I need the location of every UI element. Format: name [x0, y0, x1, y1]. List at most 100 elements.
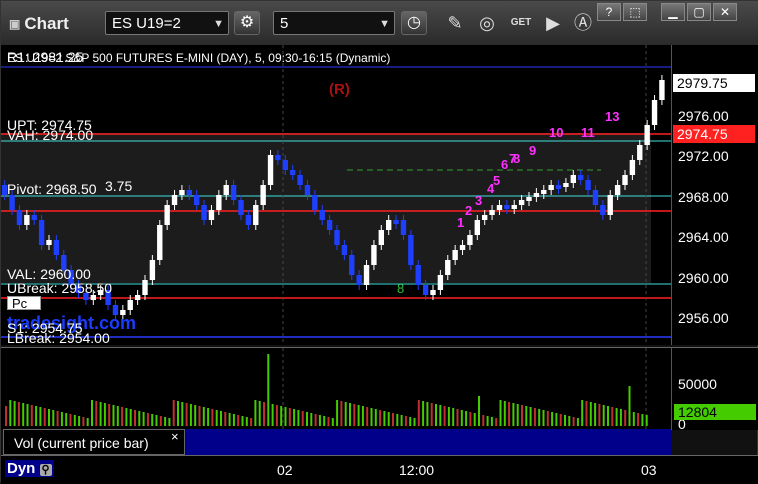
- volume-bar: [512, 403, 515, 426]
- volume-bar: [619, 409, 622, 426]
- volume-bar: [353, 404, 356, 426]
- volume-bar: [202, 407, 205, 426]
- candle: [651, 100, 658, 125]
- candle: [312, 195, 318, 210]
- lbreak-label: LBreak: 2954.00: [7, 330, 110, 346]
- candle: [659, 80, 665, 100]
- indicator-icon: ◎: [479, 13, 495, 33]
- volume-bar: [361, 406, 364, 426]
- help-button[interactable]: ?: [597, 3, 621, 21]
- volume-bar: [215, 410, 218, 426]
- volume-bar: [318, 415, 321, 426]
- volume-bar: [220, 411, 222, 426]
- upt-price-tag: 2974.75: [673, 125, 755, 143]
- play-icon: ▶: [546, 13, 560, 33]
- volume-bar: [344, 402, 347, 426]
- time-button[interactable]: ◷: [401, 11, 427, 35]
- volume-bar: [56, 411, 59, 426]
- candle: [533, 193, 540, 197]
- volume-axis[interactable]: 50000 0 12804: [671, 347, 758, 432]
- maximize-button[interactable]: ▢: [687, 3, 711, 21]
- indicators-button[interactable]: ◎: [473, 11, 501, 35]
- volume-bar: [533, 408, 536, 426]
- price-chart[interactable]: 1 2 3 4 5 6 7 8 9 10 11 13 8 ES U19=2 S&P 500 FUTURE…: [1, 45, 671, 346]
- volume-bar: [73, 415, 76, 426]
- candle: [607, 195, 613, 215]
- volume-bar: [585, 401, 588, 426]
- volume-bar: [478, 396, 480, 426]
- get-button[interactable]: GET: [507, 11, 535, 35]
- volume-bar: [366, 407, 369, 426]
- volume-canvas: [5, 348, 648, 430]
- interval-select[interactable]: 5 ▼: [273, 11, 395, 35]
- volume-bar: [52, 410, 55, 426]
- candle: [149, 260, 156, 280]
- candle: [201, 205, 207, 220]
- volume-bar: [460, 410, 463, 426]
- draw-button[interactable]: ✎: [441, 11, 469, 35]
- volume-panel[interactable]: [1, 347, 671, 430]
- volume-bar: [181, 402, 184, 426]
- volume-bar: [232, 414, 235, 426]
- minimize-button[interactable]: ▁: [661, 3, 685, 21]
- candle: [194, 195, 200, 205]
- settings-button[interactable]: ⚙: [234, 11, 260, 35]
- dynamic-mode-button[interactable]: Dyn ⚲: [5, 460, 54, 477]
- volume-bar: [9, 400, 12, 426]
- candle: [504, 205, 510, 209]
- volume-bar: [387, 412, 390, 426]
- symbol-select[interactable]: ES U19=2 ▼: [105, 11, 229, 35]
- chart-icon: ▣: [9, 17, 21, 31]
- candle: [614, 185, 621, 195]
- candle: [53, 240, 60, 255]
- candle: [134, 295, 141, 300]
- volume-bar: [250, 418, 253, 426]
- candle: [245, 215, 252, 225]
- candle: [356, 275, 362, 285]
- candle: [415, 265, 421, 285]
- time-axis[interactable]: Dyn ⚲ 02 12:00 03: [1, 455, 758, 484]
- volume-bar: [146, 413, 149, 426]
- volume-bar: [155, 415, 158, 426]
- value-area-shade: [1, 133, 651, 283]
- restore-layout-button[interactable]: ⬚: [623, 3, 647, 21]
- volume-bar: [349, 403, 351, 426]
- candle: [445, 260, 451, 275]
- app-title: ▣ Chart: [9, 14, 69, 33]
- alert-icon: Ⓐ: [574, 13, 592, 33]
- candle: [459, 245, 466, 250]
- volume-bar: [645, 415, 648, 426]
- volume-bar: [443, 406, 446, 426]
- candle: [496, 205, 503, 210]
- candle: [363, 265, 370, 285]
- volume-legend[interactable]: Vol (current price bar): [3, 429, 185, 455]
- candle: [622, 175, 628, 185]
- candle: [238, 200, 244, 215]
- time-tick: 12:00: [399, 462, 435, 478]
- candle: [422, 285, 429, 295]
- volume-bar: [22, 403, 25, 426]
- volume-bar: [108, 404, 111, 426]
- volume-bar: [263, 402, 265, 426]
- candle: [489, 210, 495, 215]
- volume-bar: [456, 409, 459, 426]
- volume-bar: [525, 406, 528, 426]
- volume-bar: [112, 405, 115, 426]
- alert-button[interactable]: Ⓐ: [569, 11, 597, 35]
- volume-bar: [422, 401, 425, 426]
- volume-bar: [602, 405, 605, 426]
- volume-bar: [555, 413, 558, 426]
- volume-bar: [258, 401, 261, 426]
- count-label: 13: [605, 109, 619, 124]
- chevron-down-icon: ▼: [213, 18, 224, 30]
- play-button[interactable]: ▶: [539, 11, 567, 35]
- volume-bar: [508, 402, 511, 426]
- volume-bar: [323, 416, 326, 426]
- close-button[interactable]: ✕: [713, 3, 737, 21]
- volume-bar: [271, 404, 274, 426]
- candle: [578, 175, 584, 180]
- candle: [260, 185, 266, 205]
- volume-bar: [559, 414, 562, 426]
- candle: [319, 210, 325, 220]
- close-icon[interactable]: ×: [171, 429, 179, 444]
